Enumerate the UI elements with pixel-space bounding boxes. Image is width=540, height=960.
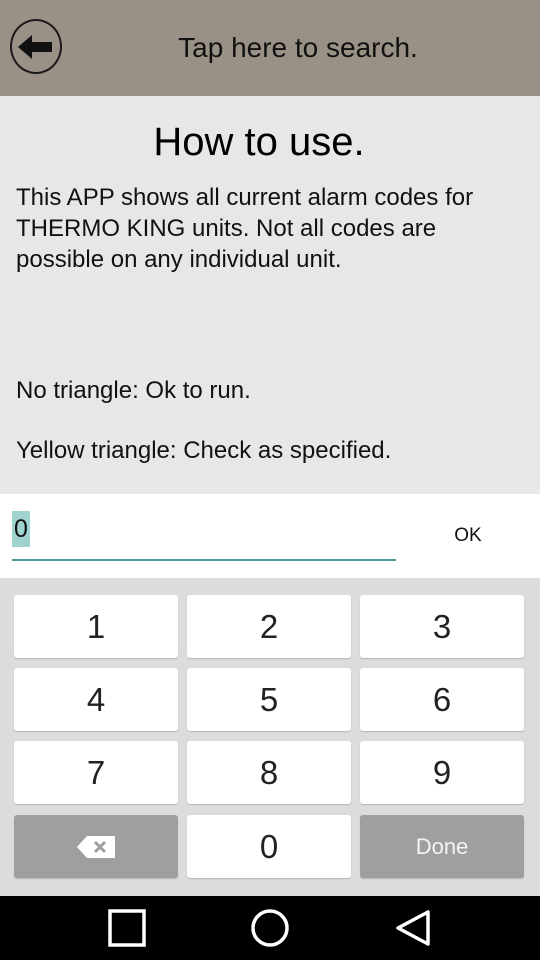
arrow-left-icon bbox=[18, 34, 52, 59]
key-4[interactable]: 4 bbox=[14, 668, 178, 731]
system-nav-bar bbox=[0, 896, 540, 960]
key-8[interactable]: 8 bbox=[187, 741, 351, 804]
key-5[interactable]: 5 bbox=[187, 668, 351, 731]
back-button[interactable] bbox=[10, 19, 62, 74]
key-9[interactable]: 9 bbox=[360, 741, 524, 804]
done-label: Done bbox=[415, 833, 469, 859]
alarm-code-input[interactable]: 0 bbox=[12, 511, 396, 561]
key-2[interactable]: 2 bbox=[187, 595, 351, 658]
recent-apps-button[interactable] bbox=[97, 904, 157, 952]
key-7[interactable]: 7 bbox=[14, 741, 178, 804]
back-icon bbox=[396, 910, 430, 946]
no-triangle-text: No triangle: Ok to run. bbox=[16, 377, 251, 404]
alarm-code-value[interactable]: 0 bbox=[12, 511, 30, 547]
search-hint[interactable]: Tap here to search. bbox=[70, 0, 526, 96]
backspace-key[interactable] bbox=[14, 815, 178, 878]
page-title: How to use. bbox=[153, 120, 365, 164]
done-key[interactable]: Done bbox=[360, 815, 524, 878]
key-3[interactable]: 3 bbox=[360, 595, 524, 658]
code-input-row: 0 OK bbox=[0, 494, 540, 578]
search-bar[interactable]: Tap here to search. bbox=[0, 0, 540, 96]
nav-back-button[interactable] bbox=[383, 904, 443, 952]
key-0[interactable]: 0 bbox=[187, 815, 351, 878]
intro-text: This APP shows all current alarm codes f… bbox=[16, 184, 474, 273]
help-panel: How to use. This APP shows all current a… bbox=[0, 96, 540, 494]
home-icon bbox=[251, 909, 289, 947]
numeric-keypad: 1 2 3 4 5 6 7 8 9 0 Done bbox=[0, 578, 540, 896]
home-button[interactable] bbox=[240, 904, 300, 952]
ok-button[interactable]: OK bbox=[438, 518, 498, 554]
yellow-triangle-text: Yellow triangle: Check as specified. bbox=[16, 437, 392, 464]
key-6[interactable]: 6 bbox=[360, 668, 524, 731]
recent-apps-icon bbox=[108, 909, 146, 947]
backspace-icon bbox=[77, 835, 115, 858]
key-1[interactable]: 1 bbox=[14, 595, 178, 658]
